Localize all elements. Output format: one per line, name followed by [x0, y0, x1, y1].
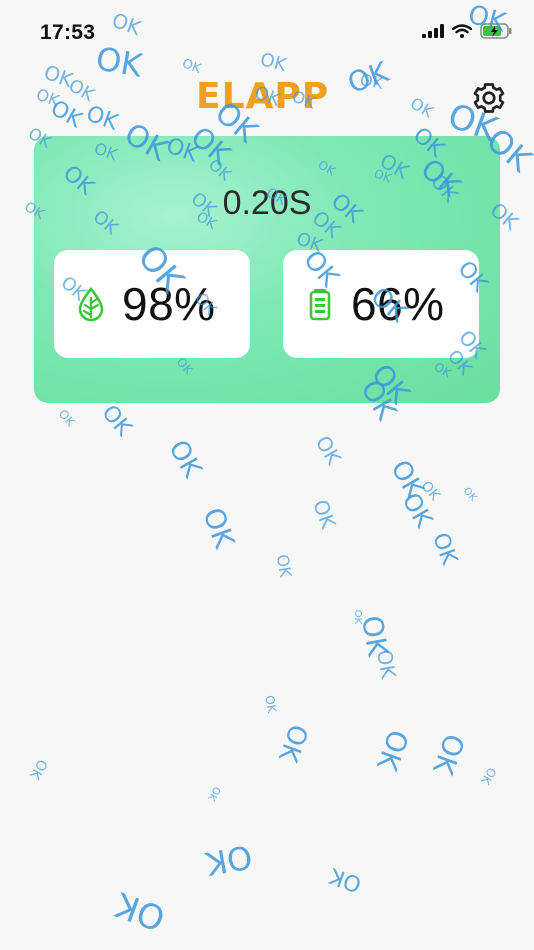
ok-overlay-glyph: OK [203, 837, 256, 883]
status-time: 17:53 [40, 21, 96, 44]
ok-overlay-glyph: OK [162, 435, 208, 483]
ok-overlay-glyph: OK [96, 400, 137, 441]
ok-overlay-glyph: OK [308, 496, 341, 532]
battery-value: 66% [351, 278, 445, 330]
timer-readout: 0.20S [222, 184, 312, 222]
ok-overlay-glyph: OK [370, 725, 416, 775]
app-logo: ELAPP [196, 76, 330, 117]
ok-overlay-glyph: OK [372, 647, 401, 681]
ok-overlay-glyph: OK [55, 406, 78, 430]
ok-overlay-glyph: OK [326, 862, 365, 897]
battery-status-icon [480, 23, 512, 39]
settings-gear-icon[interactable] [471, 80, 507, 116]
ok-overlay-glyph: OK [196, 503, 242, 553]
ok-overlay-glyph: OK [396, 488, 439, 532]
ok-overlay-glyph: OK [26, 756, 51, 782]
ok-overlay-glyph: OK [426, 729, 472, 779]
wifi-icon [452, 24, 472, 38]
ok-overlay-glyph: OK [352, 609, 364, 625]
ok-overlay-glyph: OK [262, 694, 280, 714]
status-icons [422, 23, 512, 39]
ok-overlay-glyph: OK [272, 552, 296, 579]
humidity-card: 98% [54, 250, 250, 358]
battery-card: 66% [283, 250, 479, 358]
ok-overlay-glyph: OK [417, 478, 443, 504]
cellular-signal-icon [422, 24, 444, 38]
status-panel: 0.20S 98% 66% [34, 136, 500, 403]
ok-overlay-glyph: OK [272, 720, 314, 766]
ok-overlay-glyph: OK [205, 784, 223, 803]
ok-overlay-glyph: OK [354, 613, 395, 659]
ok-overlay-glyph: OK [460, 485, 479, 504]
app-header: ELAPP [0, 66, 534, 128]
ok-overlay-glyph: OK [384, 455, 430, 503]
ok-overlay-glyph: OK [427, 529, 462, 569]
ok-overlay-glyph: OK [310, 431, 347, 469]
ok-overlay-glyph: OK [110, 883, 171, 939]
battery-icon [309, 289, 331, 321]
ok-overlay-glyph: OK [478, 764, 500, 788]
droplet-icon [78, 287, 104, 321]
status-bar: 17:53 [0, 0, 534, 66]
humidity-value: 98% [122, 278, 216, 330]
